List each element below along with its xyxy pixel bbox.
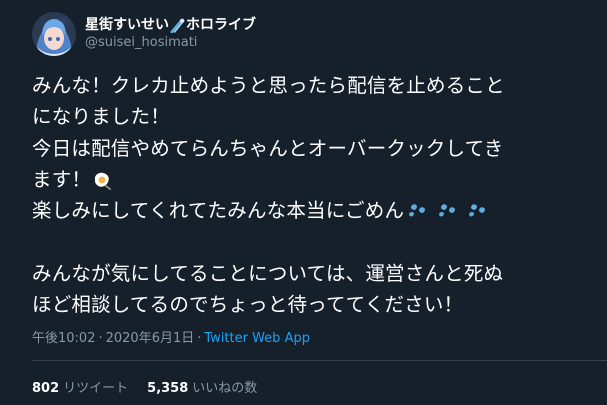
tweet-date[interactable]: 2020年6月1日 <box>106 331 195 346</box>
retweets-stat[interactable]: 802 リツイート <box>32 380 128 398</box>
sweat-droplets-emoji-icon <box>409 204 486 217</box>
tweet-text-line-with-emoji: ます！ <box>32 164 600 195</box>
tweet-stats: 802 リツイート 5,358 いいねの数 <box>32 380 257 398</box>
meta-separator: · <box>197 331 202 346</box>
avatar[interactable] <box>32 12 76 56</box>
likes-stat[interactable]: 5,358 いいねの数 <box>147 380 257 398</box>
fried-egg-emoji-icon <box>94 172 112 190</box>
tweet-text-line-with-emoji: 楽しみにしてくれてたみんな本当にごめん <box>32 195 600 226</box>
tweet-text-line: になりました！ <box>32 105 170 129</box>
display-name-part2: ホロライブ <box>186 17 256 33</box>
avatar-image-icon <box>32 12 76 56</box>
source-app-link[interactable]: Twitter Web App <box>204 331 310 346</box>
tweet-text-segment: ます！ <box>32 167 92 191</box>
retweets-label: リツイート <box>63 381 129 396</box>
user-handle[interactable]: @suisei_hosimati <box>85 34 256 52</box>
comet-emoji-icon <box>170 18 185 33</box>
tweet-text-segment: 楽しみにしてくれてたみんな本当にごめん <box>32 199 405 223</box>
tweet-text: みんな！クレカ止めようと思ったら配信を止めること になりました！ 今日は配信やめ… <box>32 70 600 320</box>
user-info: 星街すいせい ホロライブ @suisei_hosimati <box>85 16 256 52</box>
tweet-text-line: ほど相談してるのでちょっと待っててください！ <box>32 293 464 317</box>
tweet-text-line: みんなが気にしてることについては、運営さんと死ぬ <box>32 261 504 285</box>
retweets-count: 802 <box>32 381 60 396</box>
divider <box>32 360 607 361</box>
display-name-part1: 星街すいせい <box>85 17 169 33</box>
display-name[interactable]: 星街すいせい ホロライブ <box>85 16 256 34</box>
tweet-card: 星街すいせい ホロライブ @suisei_hosimati みんな！クレカ止めよ… <box>0 0 607 405</box>
meta-separator: · <box>98 331 103 346</box>
tweet-time[interactable]: 午後10:02 <box>32 331 95 346</box>
likes-count: 5,358 <box>147 381 189 396</box>
tweet-text-line: みんな！クレカ止めようと思ったら配信を止めること <box>32 74 505 97</box>
likes-label: いいねの数 <box>192 381 258 396</box>
tweet-text-line: 今日は配信やめてらんちゃんとオーバークックしてき <box>32 136 504 160</box>
tweet-meta: 午後10:02 · 2020年6月1日 · Twitter Web App <box>32 330 310 348</box>
tweet-header: 星街すいせい ホロライブ @suisei_hosimati <box>32 12 256 56</box>
